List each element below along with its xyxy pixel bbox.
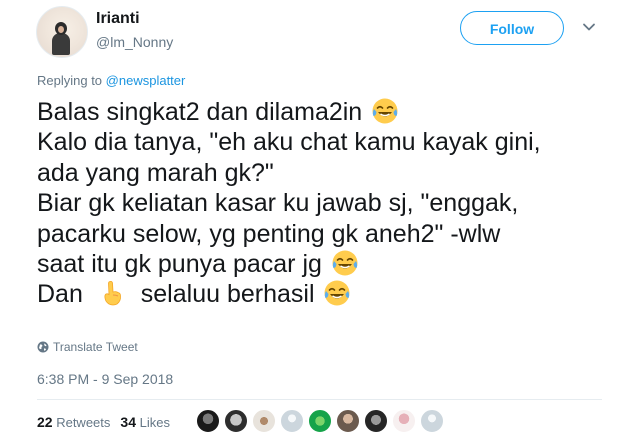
tweet-line: Dan selaluu berhasil xyxy=(37,279,541,309)
tweet-line: Biar gk keliatan kasar ku jawab sj, "eng… xyxy=(37,189,519,218)
user-handle[interactable]: @lm_Nonny xyxy=(96,34,173,50)
tweet-header: Irianti @lm_Nonny Follow xyxy=(36,6,606,58)
tweet-timestamp[interactable]: 6:38 PM - 9 Sep 2018 xyxy=(37,371,173,387)
tweet-line: Kalo dia tanya, "eh aku chat kamu kayak … xyxy=(37,128,541,157)
translate-label: Translate Tweet xyxy=(53,340,138,354)
tweet-text: Balas singkat2 dan dilama2in Kalo dia ta… xyxy=(37,97,541,310)
tweet-line: ada yang marah gk?" xyxy=(37,158,274,187)
reply-prefix: Replying to xyxy=(37,73,103,88)
globe-icon xyxy=(37,341,49,353)
divider xyxy=(37,399,602,400)
display-name[interactable]: Irianti xyxy=(96,10,140,28)
tweet-stats: 22 Retweets 34 Likes xyxy=(37,414,170,430)
avatar[interactable] xyxy=(252,409,276,433)
translate-tweet-link[interactable]: Translate Tweet xyxy=(37,340,138,354)
avatar[interactable] xyxy=(308,409,332,433)
likes-stat[interactable]: 34 Likes xyxy=(120,414,170,430)
tweet-line: pacarku selow, yg penting gk aneh2" -wlw xyxy=(37,219,501,248)
reply-context: Replying to @newsplatter xyxy=(37,73,185,88)
avatar[interactable] xyxy=(420,409,444,433)
follow-button[interactable]: Follow xyxy=(460,11,564,45)
face-with-tears-of-joy-icon xyxy=(324,280,350,306)
tweet-line: saat itu gk punya pacar jg xyxy=(37,249,541,279)
avatar[interactable] xyxy=(196,409,220,433)
face-with-tears-of-joy-icon xyxy=(372,98,398,124)
chevron-down-icon[interactable] xyxy=(582,20,596,34)
backhand-index-pointing-up-icon xyxy=(104,281,121,306)
avatar[interactable] xyxy=(364,409,388,433)
avatar[interactable] xyxy=(36,6,88,58)
avatar[interactable] xyxy=(224,409,248,433)
avatar[interactable] xyxy=(336,409,360,433)
face-with-tears-of-joy-icon xyxy=(332,250,358,276)
retweets-stat[interactable]: 22 Retweets xyxy=(37,414,110,430)
avatar[interactable] xyxy=(280,409,304,433)
avatar[interactable] xyxy=(392,409,416,433)
tweet-line: Balas singkat2 dan dilama2in xyxy=(37,97,541,127)
reply-mention-link[interactable]: @newsplatter xyxy=(106,73,186,88)
